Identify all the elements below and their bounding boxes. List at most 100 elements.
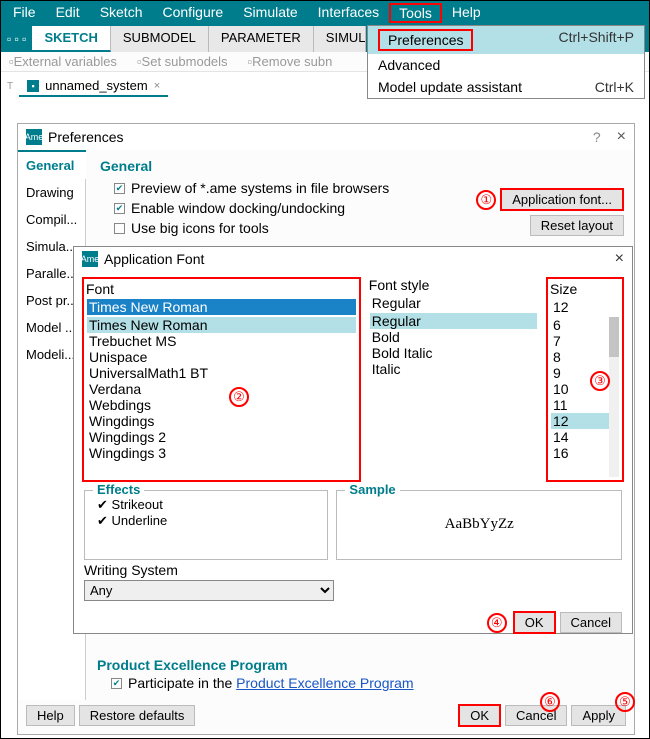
checkbox-icon: ✔ — [114, 223, 125, 234]
list-item[interactable]: Bold Italic — [370, 345, 537, 361]
ok-button[interactable]: OK — [458, 704, 501, 727]
list-item[interactable]: Wingdings 2 — [87, 429, 356, 445]
tab-submodel[interactable]: SUBMODEL — [111, 26, 209, 52]
scrollbar[interactable] — [609, 317, 619, 477]
dropdown-model-update[interactable]: Model update assistant Ctrl+K — [368, 76, 644, 98]
size-label: Size — [550, 281, 620, 297]
dropdown-preferences-label: Preferences — [378, 29, 473, 51]
effect-strikeout[interactable]: ✔ Strikeout — [93, 497, 319, 513]
callout-1: ① — [476, 190, 496, 210]
remove-submodels[interactable]: ▫Remove subn — [248, 54, 333, 69]
dropdown-preferences-shortcut: Ctrl+Shift+P — [559, 29, 634, 51]
menu-configure[interactable]: Configure — [153, 3, 234, 23]
menu-tools[interactable]: Tools — [389, 3, 442, 23]
menu-bar: File Edit Sketch Configure Simulate Inte… — [1, 1, 649, 26]
close-icon[interactable]: × — [617, 128, 626, 146]
section-title: General — [100, 158, 620, 174]
preferences-titlebar: Ame Preferences ? × — [18, 124, 634, 150]
font-ok-button[interactable]: OK — [513, 611, 556, 634]
sidebar-item-drawing[interactable]: Drawing — [18, 179, 86, 206]
pep-link[interactable]: Product Excellence Program — [236, 675, 413, 691]
style-list[interactable]: Regular Bold Bold Italic Italic — [369, 312, 538, 474]
checkbox-icon: ✔ — [97, 513, 108, 528]
menu-simulate[interactable]: Simulate — [233, 3, 307, 23]
callout-6: ⑥ — [540, 692, 560, 712]
close-icon[interactable]: × — [615, 250, 624, 268]
checkbox-icon: ✔ — [114, 183, 125, 194]
font-label: Font — [86, 281, 357, 297]
callout-2: ② — [229, 387, 249, 407]
style-input[interactable]: Regular — [369, 294, 538, 312]
toolbar-icons: ▫ ▫ ▫ — [1, 26, 32, 52]
sidebar-item-compilation[interactable]: Compil... — [18, 206, 86, 233]
list-item[interactable]: UniversalMath1 BT — [87, 365, 356, 381]
effects-legend: Effects — [93, 482, 144, 497]
menu-file[interactable]: File — [3, 3, 46, 23]
list-item[interactable]: Unispace — [87, 349, 356, 365]
list-item[interactable]: Wingdings 3 — [87, 445, 356, 461]
writing-select[interactable]: Any — [84, 580, 334, 601]
text-marker-icon: T — [7, 81, 13, 92]
size-column: Size 12 6 7 8 9 10 11 12 14 16 ③ — [546, 277, 624, 482]
sample-legend: Sample — [345, 482, 399, 497]
close-icon[interactable]: × — [154, 80, 160, 92]
font-cancel-button[interactable]: Cancel — [560, 612, 622, 633]
pep-title: Product Excellence Program — [97, 657, 414, 673]
size-input[interactable]: 12 — [550, 298, 620, 316]
effect-underline[interactable]: ✔ Underline — [93, 513, 319, 529]
effects-box: Effects ✔ Strikeout ✔ Underline — [84, 490, 328, 560]
list-item[interactable]: Trebuchet MS — [87, 333, 356, 349]
size-list[interactable]: 6 7 8 9 10 11 12 14 16 — [550, 316, 620, 478]
ext-vars[interactable]: ▫External variables — [9, 54, 117, 69]
help-button[interactable]: Help — [26, 705, 75, 726]
menu-help[interactable]: Help — [442, 3, 491, 23]
writing-label: Writing System — [84, 562, 622, 578]
restore-defaults-button[interactable]: Restore defaults — [79, 705, 196, 726]
checkbox-icon: ✔ — [111, 678, 122, 689]
sample-text: AaBbYyZz — [445, 516, 514, 533]
cancel-button[interactable]: Cancel — [505, 705, 567, 726]
list-item[interactable]: Bold — [370, 329, 537, 345]
tab-parameter[interactable]: PARAMETER — [209, 26, 314, 52]
menu-interfaces[interactable]: Interfaces — [308, 3, 389, 23]
font-dialog-titlebar: Ame Application Font × — [74, 247, 632, 271]
list-item[interactable]: Webdings — [87, 397, 356, 413]
document-tab[interactable]: ▪ unnamed_system × — [19, 76, 168, 97]
callout-5: ⑤ — [615, 692, 635, 712]
style-label: Font style — [369, 277, 538, 293]
checkbox-icon: ✔ — [97, 497, 108, 512]
tab-sketch[interactable]: SKETCH — [32, 26, 110, 52]
pep-check-row[interactable]: ✔ Participate in the Product Excellence … — [97, 675, 414, 691]
application-font-button[interactable]: Application font... — [500, 188, 624, 211]
font-column: Font Times New Roman Times New Roman Tre… — [82, 277, 361, 482]
help-icon[interactable]: ? — [593, 129, 601, 145]
font-input[interactable]: Times New Roman — [86, 298, 357, 316]
list-item[interactable]: Wingdings — [87, 413, 356, 429]
preferences-title: Preferences — [48, 129, 123, 145]
app-icon: Ame — [82, 251, 98, 267]
tab-simulation[interactable]: SIMUL — [314, 26, 366, 52]
checkbox-icon: ✔ — [114, 203, 125, 214]
menu-sketch[interactable]: Sketch — [90, 3, 153, 23]
menu-edit[interactable]: Edit — [46, 3, 90, 23]
tools-dropdown: Preferences Ctrl+Shift+P Advanced Model … — [367, 25, 645, 99]
style-column: Font style Regular Regular Bold Bold Ita… — [369, 277, 538, 482]
font-dialog-title: Application Font — [104, 251, 204, 267]
list-item[interactable]: Regular — [370, 313, 537, 329]
file-icon: ▪ — [27, 80, 39, 92]
callout-4: ④ — [487, 613, 507, 633]
dropdown-preferences[interactable]: Preferences Ctrl+Shift+P — [368, 26, 644, 54]
list-item[interactable]: Verdana — [87, 381, 356, 397]
list-item[interactable]: Times New Roman — [87, 317, 356, 333]
dropdown-advanced[interactable]: Advanced — [368, 54, 644, 76]
reset-layout-button[interactable]: Reset layout — [530, 215, 624, 236]
callout-3: ③ — [590, 371, 610, 391]
sidebar-item-general[interactable]: General — [18, 150, 86, 179]
list-item[interactable]: Italic — [370, 361, 537, 377]
sample-box: Sample AaBbYyZz — [336, 490, 622, 560]
set-submodels[interactable]: ▫Set submodels — [137, 54, 228, 69]
app-icon: Ame — [26, 129, 42, 145]
font-list[interactable]: Times New Roman Trebuchet MS Unispace Un… — [86, 316, 357, 478]
application-font-dialog: Ame Application Font × Font Times New Ro… — [73, 246, 633, 634]
pep-section: Product Excellence Program ✔ Participate… — [97, 657, 414, 691]
